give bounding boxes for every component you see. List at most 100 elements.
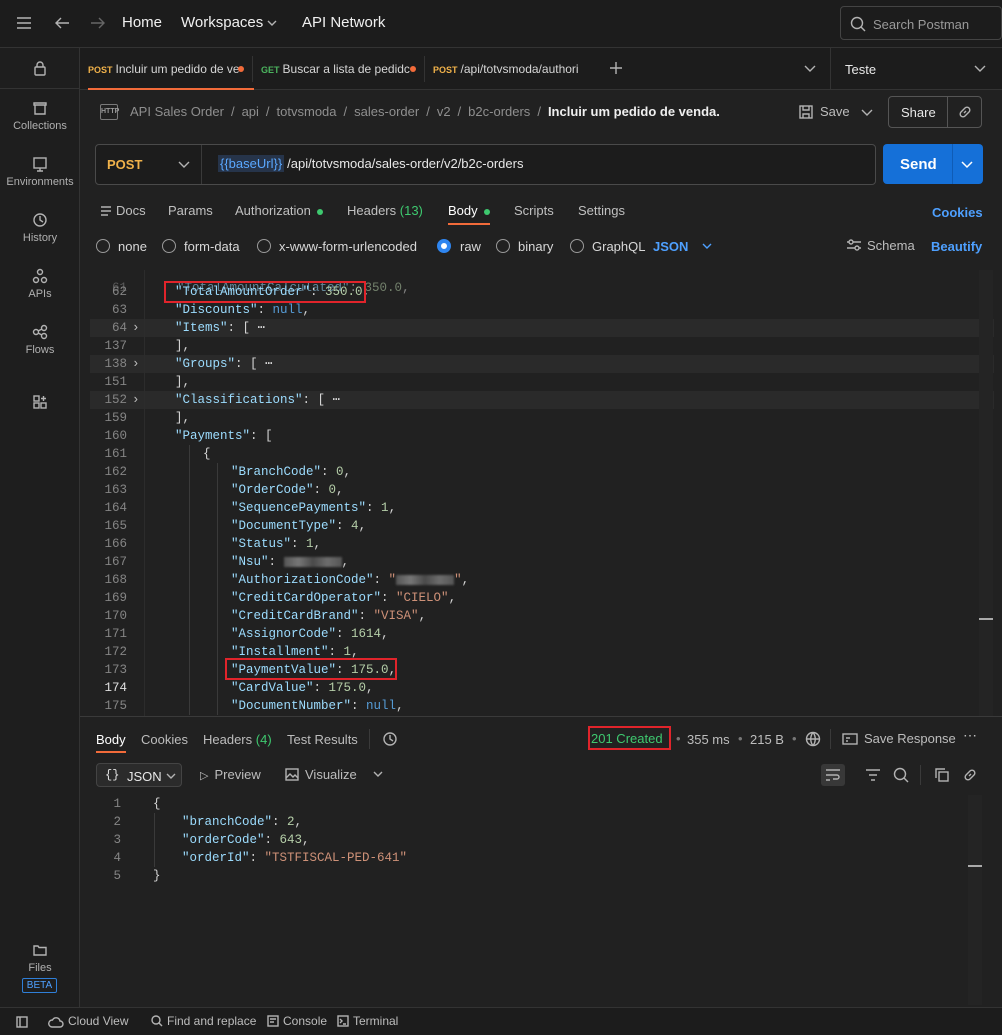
save-response-button[interactable]: Save Response — [842, 731, 956, 746]
line-number: 137 — [104, 339, 127, 353]
search-icon[interactable] — [893, 767, 909, 783]
nav-workspaces[interactable]: Workspaces — [181, 14, 263, 31]
line-number: 174 — [104, 681, 127, 695]
tab-request-3[interactable]: POST/api/totvsmoda/authori — [433, 48, 585, 90]
sidebar-toggle-icon[interactable] — [16, 1016, 28, 1028]
lock-icon[interactable] — [0, 60, 80, 80]
sidebar-item-flows[interactable]: Flows — [0, 324, 80, 356]
schema-button[interactable]: Schema — [846, 238, 915, 253]
terminal-button[interactable]: Terminal — [337, 1014, 398, 1028]
chevron-down-icon[interactable] — [373, 771, 383, 778]
breadcrumb-item[interactable]: v2 — [437, 104, 451, 119]
environment-selector[interactable]: Teste — [831, 48, 1002, 90]
nav-home[interactable]: Home — [122, 14, 162, 31]
tab-label: Docs — [116, 203, 146, 218]
format-select[interactable]: JSON — [653, 239, 712, 254]
radio-urlencoded[interactable] — [257, 239, 271, 253]
tab-request-2[interactable]: GET Buscar a lista de pedidc — [261, 48, 411, 90]
response-code[interactable]: 1{2 "branchCode": 2, 3 "orderCode": 643, 4 "o… — [90, 795, 960, 895]
tab-label: Headers — [347, 203, 397, 218]
tab-headers[interactable]: Headers (13) — [347, 203, 423, 218]
code-line: 152 › "Classifications": [ ⋯ — [90, 391, 994, 409]
tab-authorization[interactable]: Authorization — [235, 203, 323, 218]
radio-binary[interactable] — [496, 239, 510, 253]
chevron-down-icon — [961, 161, 973, 169]
response-time[interactable]: 355 ms — [687, 732, 730, 747]
breadcrumb-item[interactable]: api — [242, 104, 259, 119]
sidebar-item-files[interactable]: Files — [0, 942, 80, 974]
share-button[interactable]: Share — [888, 96, 982, 128]
response-format-select[interactable]: {} JSON — [96, 763, 182, 787]
tab-body[interactable]: Body — [448, 203, 490, 225]
resp-tab-headers[interactable]: Headers (4) — [203, 732, 272, 747]
breadcrumb-item[interactable]: b2c-orders — [468, 104, 530, 119]
sidebar-item-label: Flows — [25, 344, 55, 356]
copy-icon[interactable] — [934, 767, 950, 783]
active-tab-indicator — [96, 751, 126, 753]
docs-icon — [101, 206, 111, 216]
url-input[interactable]: {{baseUrl}}/api/totvsmoda/sales-order/v2… — [218, 155, 523, 172]
resp-tab-cookies[interactable]: Cookies — [141, 732, 188, 747]
nav-api-network[interactable]: API Network — [302, 14, 385, 31]
beautify-link[interactable]: Beautify — [931, 239, 982, 254]
forward-arrow-icon[interactable] — [90, 16, 106, 30]
sidebar-item-environments[interactable]: Environments — [0, 156, 80, 188]
code-line: 174 "CardValue": 175.0, — [90, 679, 994, 697]
send-button[interactable]: Send — [883, 144, 983, 184]
search-input[interactable]: Search Postman — [840, 6, 1002, 40]
breadcrumb-item[interactable]: totvsmoda — [277, 104, 337, 119]
wrap-lines-icon[interactable] — [821, 764, 845, 786]
chevron-down-icon[interactable] — [804, 65, 816, 73]
breadcrumb-item[interactable]: sales-order — [354, 104, 419, 119]
new-tab-plus-icon[interactable] — [608, 60, 624, 76]
line-number: 173 — [104, 663, 127, 677]
tab-request-1[interactable]: POST Incluir um pedido de ve — [88, 48, 254, 90]
radio-graphql[interactable] — [570, 239, 584, 253]
history-icon[interactable] — [382, 731, 398, 747]
tab-docs[interactable]: Docs — [100, 203, 146, 218]
link-icon[interactable] — [962, 767, 978, 783]
radio-raw[interactable] — [437, 239, 451, 253]
breadcrumb-item[interactable]: API Sales Order — [130, 104, 224, 119]
line-number: 170 — [104, 609, 127, 623]
cloud-view-button[interactable]: Cloud View — [48, 1014, 128, 1028]
preview-button[interactable]: ▷ Preview — [200, 767, 261, 782]
response-scrollbar[interactable] — [968, 795, 982, 1005]
back-arrow-icon[interactable] — [54, 16, 70, 30]
radio-none[interactable] — [96, 239, 110, 253]
tab-scripts[interactable]: Scripts — [514, 203, 554, 218]
code-line: 64 › "Items": [ ⋯ — [90, 319, 994, 337]
console-button[interactable]: Console — [267, 1014, 327, 1028]
find-replace-button[interactable]: Find and replace — [151, 1014, 256, 1028]
resp-tab-body[interactable]: Body — [96, 732, 126, 747]
tab-settings[interactable]: Settings — [578, 203, 625, 218]
fold-chevron-icon[interactable]: › — [132, 355, 140, 373]
menu-icon[interactable] — [16, 16, 32, 30]
more-options-icon[interactable]: ⋯ — [963, 727, 977, 744]
response-size[interactable]: 215 B — [750, 732, 784, 747]
resp-tab-test-results[interactable]: Test Results — [287, 732, 358, 747]
line-number: 162 — [104, 465, 127, 479]
history-icon — [33, 213, 47, 227]
filter-icon[interactable] — [865, 768, 881, 782]
chevron-down-icon[interactable] — [861, 109, 873, 117]
cookies-link[interactable]: Cookies — [932, 205, 983, 220]
sidebar-item-collections[interactable]: Collections — [0, 100, 80, 132]
sidebar-item-apis[interactable]: APIs — [0, 268, 80, 300]
fold-chevron-icon[interactable]: › — [132, 319, 140, 337]
environments-icon — [33, 157, 47, 172]
globe-icon[interactable] — [805, 731, 821, 747]
line-number: 4 — [113, 851, 121, 865]
radio-form-data[interactable] — [162, 239, 176, 253]
fold-chevron-icon[interactable]: › — [132, 391, 140, 409]
status-code[interactable]: 201 Created — [591, 731, 663, 746]
tab-params[interactable]: Params — [168, 203, 213, 218]
add-workbench-icon[interactable] — [0, 394, 80, 414]
visualize-button[interactable]: Visualize — [285, 767, 357, 782]
method-select[interactable]: POST — [96, 145, 202, 184]
editor-scrollbar[interactable] — [979, 270, 993, 716]
sidebar-item-history[interactable]: History — [0, 212, 80, 244]
divider — [0, 88, 80, 89]
line-number: 63 — [111, 303, 127, 317]
code-editor[interactable]: 61 "TotalAmountCalculated": 350.0, 62 "Tot… — [90, 270, 994, 716]
